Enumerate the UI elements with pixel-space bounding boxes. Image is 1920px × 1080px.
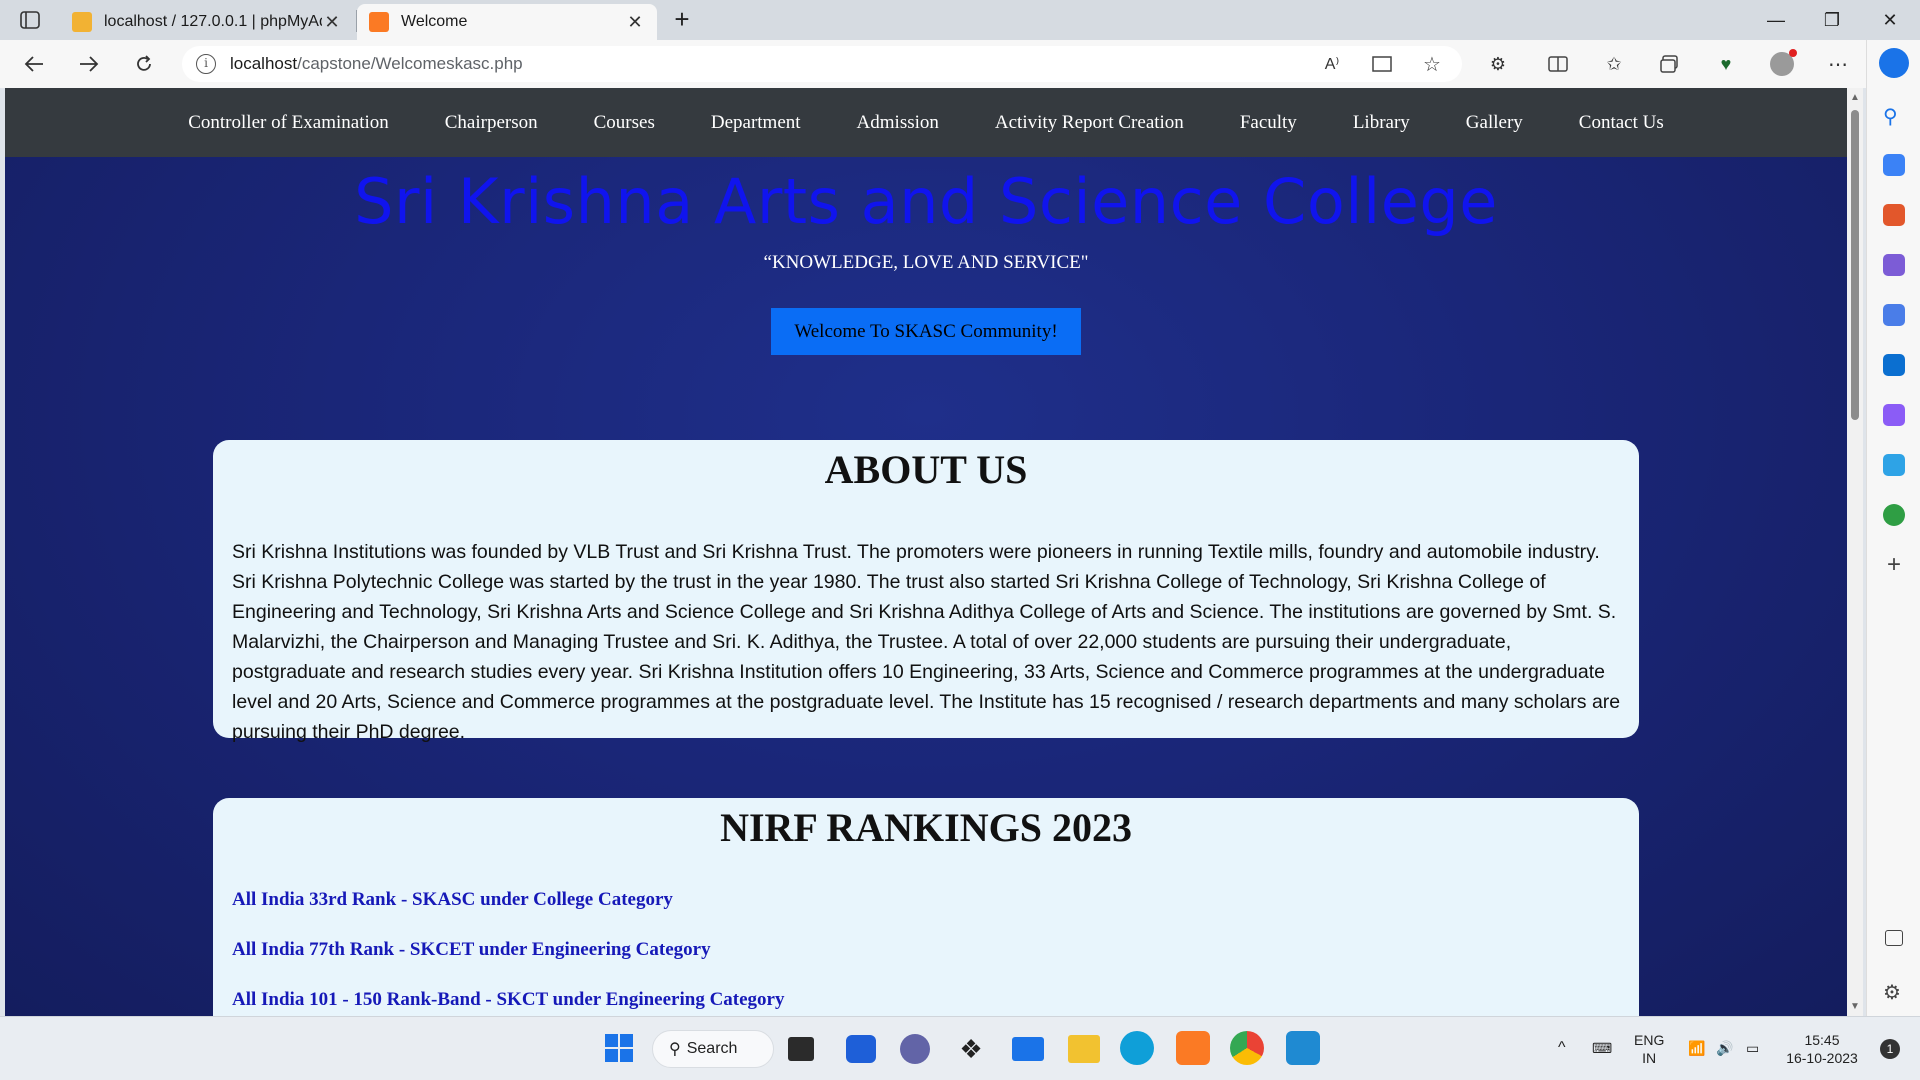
copilot-icon[interactable] (1879, 48, 1909, 78)
nav-activity-report-creation[interactable]: Activity Report Creation (967, 112, 1212, 134)
about-us-card: ABOUT US Sri Krishna Institutions was fo… (213, 440, 1639, 743)
tools-icon[interactable] (1883, 204, 1905, 226)
page-scrollbar[interactable]: ▲ ▼ (1847, 88, 1863, 1016)
xampp-icon[interactable] (1176, 1031, 1210, 1065)
profile-avatar[interactable] (1764, 48, 1800, 80)
browser-toolbar: i localhost/capstone/Welcomeskasc.php A⁾… (0, 40, 1920, 88)
task-view-icon[interactable] (788, 1037, 814, 1061)
rank-link-skct[interactable]: All India 101 - 150 Rank-Band - SKCT und… (213, 989, 1639, 1011)
college-title: Sri Krishna Arts and Science College (354, 165, 1498, 238)
keyboard-icon[interactable]: ⌨ (1592, 1039, 1612, 1057)
nav-admission[interactable]: Admission (829, 112, 967, 134)
nav-controller-of-examination[interactable]: Controller of Examination (160, 112, 417, 134)
extensions-icon[interactable]: ⚙ (1480, 48, 1516, 80)
volume-icon[interactable]: 🔊 (1716, 1039, 1733, 1057)
restore-icon[interactable]: ❐ (1804, 0, 1860, 40)
tab-phpmyadmin[interactable]: localhost / 127.0.0.1 | phpMyAdmin ✕ (60, 4, 354, 40)
nirf-heading: NIRF RANKINGS 2023 (720, 805, 1132, 850)
scrollbar-thumb[interactable] (1851, 110, 1859, 420)
mail-icon[interactable] (1012, 1037, 1044, 1061)
xampp-icon (369, 12, 389, 32)
scroll-up-icon[interactable]: ▲ (1847, 92, 1863, 103)
rank-link-skasc[interactable]: All India 33rd Rank - SKASC under Colleg… (213, 889, 1639, 911)
clock[interactable]: 15:45 16-10-2023 (1784, 1031, 1860, 1067)
dropbox-icon[interactable]: ❖ (956, 1034, 986, 1064)
date-label: 16-10-2023 (1786, 1050, 1858, 1066)
favorite-star-icon[interactable]: ☆ (1414, 48, 1450, 80)
wifi-icon[interactable]: 📶 (1688, 1039, 1705, 1057)
forward-icon[interactable] (71, 48, 107, 80)
widgets-icon[interactable] (846, 1035, 876, 1063)
read-aloud-icon[interactable]: A⁾ (1314, 48, 1350, 80)
tray-overflow-icon[interactable]: ^ (1558, 1039, 1566, 1057)
notification-badge[interactable]: 1 (1880, 1039, 1900, 1059)
nav-gallery[interactable]: Gallery (1438, 112, 1551, 134)
language-indicator[interactable]: ENG IN (1634, 1031, 1664, 1067)
outlook-icon[interactable] (1883, 354, 1905, 376)
nav-faculty[interactable]: Faculty (1212, 112, 1325, 134)
edge-browser-icon[interactable] (1120, 1031, 1154, 1065)
new-tab-icon[interactable]: + (665, 4, 699, 36)
nav-contact-us[interactable]: Contact Us (1551, 112, 1692, 134)
immersive-reader-icon[interactable] (1364, 48, 1400, 80)
rank-link-skcet[interactable]: All India 77th Rank - SKCET under Engine… (213, 939, 1639, 961)
shopping-icon[interactable] (1883, 154, 1905, 176)
tree-icon[interactable] (1883, 504, 1905, 526)
tab-strip: localhost / 127.0.0.1 | phpMyAdmin ✕ Wel… (0, 0, 1920, 40)
split-screen-icon[interactable] (1540, 48, 1576, 80)
more-options-icon[interactable]: ⋯ (1820, 48, 1856, 80)
settings-gear-icon[interactable]: ⚙ (1883, 980, 1905, 1004)
teams-chat-icon[interactable] (900, 1034, 930, 1064)
nirf-rankings-card: NIRF RANKINGS 2023 All India 33rd Rank -… (213, 798, 1639, 1016)
about-us-text: Sri Krishna Institutions was founded by … (232, 541, 1621, 743)
college-motto: “KNOWLEDGE, LOVE AND SERVICE" (763, 252, 1089, 273)
search-icon: ⚲ (669, 1041, 681, 1058)
favorites-icon[interactable]: ✩ (1596, 48, 1632, 80)
taskbar-search[interactable]: ⚲ Search (652, 1030, 774, 1068)
close-icon[interactable]: ✕ (625, 12, 645, 33)
tab-welcome[interactable]: Welcome ✕ (357, 4, 657, 40)
add-icon[interactable]: + (1883, 553, 1905, 577)
microsoft-365-icon[interactable] (1883, 304, 1905, 326)
search-label: Search (686, 1040, 738, 1057)
tab-title: localhost / 127.0.0.1 | phpMyAdmin (104, 13, 322, 30)
close-window-icon[interactable]: ✕ (1862, 0, 1918, 40)
close-icon[interactable]: ✕ (322, 12, 342, 33)
minimize-icon[interactable]: — (1748, 0, 1804, 40)
designer-icon[interactable] (1883, 404, 1905, 426)
sidebar-panel-icon[interactable] (1885, 930, 1903, 946)
top-navbar: Controller of Examination Chairperson Co… (5, 88, 1847, 157)
vscode-icon[interactable] (1286, 1031, 1320, 1065)
file-explorer-icon[interactable] (1068, 1035, 1100, 1063)
games-icon[interactable] (1883, 254, 1905, 276)
nav-chairperson[interactable]: Chairperson (417, 112, 566, 134)
url-text: localhost/capstone/Welcomeskasc.php (230, 54, 523, 73)
collections-icon[interactable] (1652, 48, 1688, 80)
back-icon[interactable] (16, 48, 52, 80)
battery-icon[interactable]: ▭ (1746, 1039, 1759, 1057)
welcome-button[interactable]: Welcome To SKASC Community! (771, 308, 1081, 355)
lang-label: ENG (1634, 1032, 1665, 1048)
about-us-heading: ABOUT US (824, 447, 1028, 492)
taskbar: ⚲ Search ❖ ^ ⌨ ENG IN 📶 🔊 ▭ 15:45 16-10-… (0, 1016, 1920, 1080)
tab-actions-icon[interactable] (14, 8, 46, 32)
nav-department[interactable]: Department (683, 112, 829, 134)
drop-icon[interactable] (1883, 454, 1905, 476)
chrome-icon[interactable] (1230, 1031, 1264, 1065)
address-bar[interactable]: i localhost/capstone/Welcomeskasc.php (182, 46, 1462, 82)
browser-essentials-icon[interactable]: ♥ (1708, 48, 1744, 80)
page-viewport: Controller of Examination Chairperson Co… (5, 88, 1847, 1016)
edge-sidebar: ⚲ + ⚙ (1866, 40, 1920, 1016)
time-label: 15:45 (1804, 1032, 1840, 1048)
scroll-down-icon[interactable]: ▼ (1847, 1001, 1863, 1012)
refresh-icon[interactable] (126, 48, 162, 80)
tab-title: Welcome (401, 13, 468, 30)
site-info-icon[interactable]: i (196, 54, 216, 74)
phpmyadmin-icon (72, 12, 92, 32)
windows-start-icon[interactable] (602, 1031, 636, 1065)
search-icon[interactable]: ⚲ (1883, 104, 1905, 128)
region-label: IN (1642, 1050, 1657, 1066)
nav-library[interactable]: Library (1325, 112, 1438, 134)
nav-courses[interactable]: Courses (566, 112, 683, 134)
